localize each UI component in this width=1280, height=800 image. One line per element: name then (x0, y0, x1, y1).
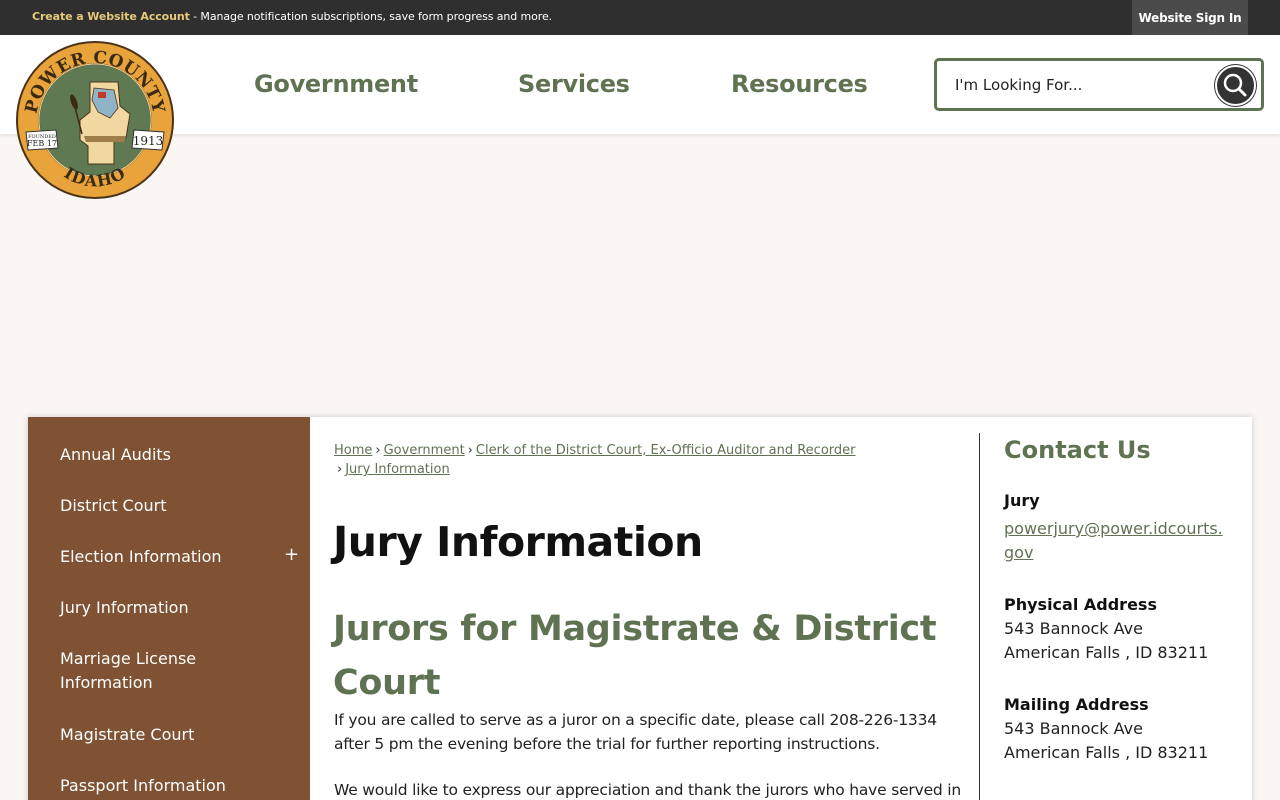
sidebar-item-passport-information[interactable]: Passport Information (60, 774, 226, 798)
sidebar-item-district-court[interactable]: District Court (60, 494, 167, 518)
nav-services[interactable]: Services (518, 70, 630, 98)
nav-government[interactable]: Government (254, 70, 418, 98)
mailing-address-line2: American Falls , ID 83211 (1004, 743, 1209, 762)
breadcrumb-clerk-link[interactable]: Clerk of the District Court, Ex-Officio … (476, 443, 856, 458)
mailing-address-line1: 543 Bannock Ave (1004, 719, 1143, 738)
sidebar-item-annual-audits[interactable]: Annual Audits (60, 443, 171, 467)
account-notice: Create a Website Account - Manage notifi… (32, 10, 552, 23)
logo-year-text: 1913 (133, 134, 164, 148)
jury-email-link[interactable]: powerjury@power.idcourts.gov (1004, 517, 1226, 565)
breadcrumb-government-link[interactable]: Government (384, 443, 465, 458)
sidebar-item-marriage-license[interactable]: Marriage License Information (60, 647, 240, 695)
side-navigation: Annual Audits District Court Election In… (28, 417, 310, 800)
breadcrumb-separator: › (467, 443, 473, 458)
sidebar-item-election-information[interactable]: Election Information (60, 545, 222, 569)
breadcrumb-current-link[interactable]: Jury Information (345, 462, 450, 477)
juror-instructions-paragraph: If you are called to serve as a juror on… (334, 711, 937, 753)
physical-address-line2: American Falls , ID 83211 (1004, 643, 1209, 662)
site-search (934, 58, 1264, 111)
mailing-address-label: Mailing Address (1004, 695, 1149, 714)
breadcrumb-separator: › (337, 462, 343, 477)
column-divider (979, 433, 980, 800)
search-button[interactable] (1215, 65, 1256, 106)
power-county-seal-logo[interactable]: FOUNDED FEB 17 1913 POWER COUNTY IDAHO (14, 40, 176, 200)
page-title: Jury Information (333, 518, 703, 566)
contact-jury-label: Jury (1004, 491, 1040, 510)
logo-date-text: FEB 17 (27, 139, 57, 148)
breadcrumb: Home › Government › Clerk of the District Co… (334, 441, 964, 479)
search-icon (1223, 73, 1247, 97)
website-sign-in-button[interactable]: Website Sign In (1132, 0, 1248, 35)
sidebar-item-magistrate-court[interactable]: Magistrate Court (60, 723, 194, 747)
juror-thanks-paragraph: We would like to express our appreciatio… (334, 781, 961, 799)
section-heading: Jurors for Magistrate & District Court (333, 609, 937, 703)
breadcrumb-home-link[interactable]: Home (334, 443, 372, 458)
breadcrumb-separator: › (375, 443, 381, 458)
physical-address-line1: 543 Bannock Ave (1004, 619, 1143, 638)
nav-resources[interactable]: Resources (731, 70, 868, 98)
create-account-link[interactable]: Create a Website Account (32, 10, 190, 23)
contact-us-heading: Contact Us (1004, 436, 1151, 464)
expand-election-information-button[interactable]: + (284, 544, 299, 565)
search-input[interactable] (955, 73, 1205, 97)
top-notification-bar: Create a Website Account - Manage notifi… (0, 0, 1280, 35)
sidebar-item-jury-information[interactable]: Jury Information (60, 596, 189, 620)
account-notice-text: - Manage notification subscriptions, sav… (189, 10, 553, 23)
physical-address-label: Physical Address (1004, 595, 1157, 614)
